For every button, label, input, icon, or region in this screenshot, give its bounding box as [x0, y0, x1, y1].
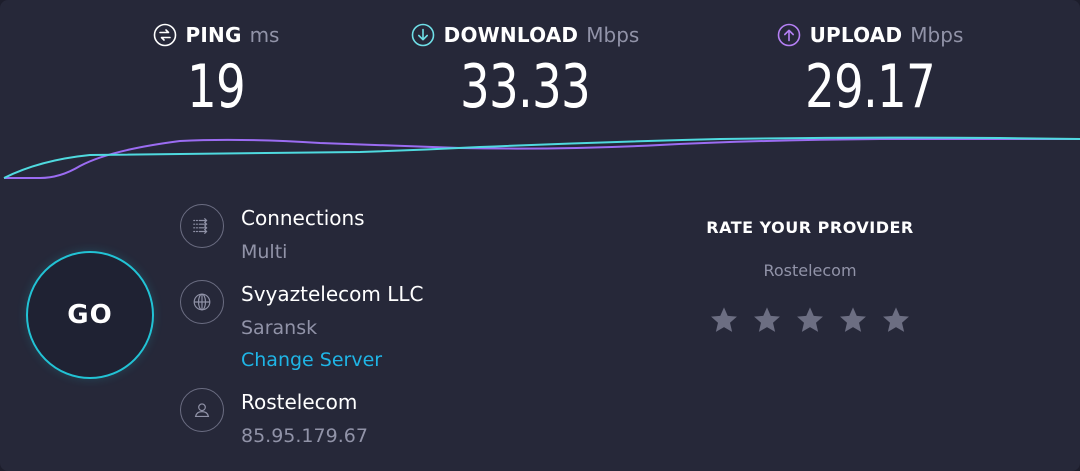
server-text: Svyaztelecom LLC Saransk Change Server [241, 280, 423, 374]
rate-provider-block: RATE YOUR PROVIDER Rostelecom [680, 218, 940, 336]
download-metric: DOWNLOAD Mbps 33.33 [400, 20, 650, 122]
star-4-icon[interactable] [837, 304, 869, 336]
connections-icon [193, 218, 208, 234]
rate-title: RATE YOUR PROVIDER [706, 218, 914, 237]
star-2-icon[interactable] [751, 304, 783, 336]
user-icon-wrap [180, 388, 224, 432]
star-1-icon[interactable] [708, 304, 740, 336]
download-arrow-icon [411, 23, 434, 47]
upload-metric: UPLOAD Mbps 29.17 [760, 20, 980, 122]
ping-icon [153, 23, 176, 47]
globe-icon [193, 293, 211, 311]
globe-icon-wrap [180, 280, 224, 324]
upload-header: UPLOAD Mbps [760, 20, 980, 50]
connections-icon-wrap [180, 204, 224, 248]
speed-graph [3, 136, 1080, 179]
upload-unit: Mbps [910, 23, 964, 47]
star-3-icon[interactable] [794, 304, 826, 336]
star-5-icon[interactable] [880, 304, 912, 336]
download-label: DOWNLOAD [443, 23, 579, 47]
speedtest-panel: PING ms 19 DOWNLOAD Mbps 33.33 UPLOAD Mb… [0, 0, 1080, 471]
download-value: 33.33 [459, 52, 591, 122]
rate-provider-name: Rostelecom [763, 261, 857, 280]
user-icon [194, 403, 210, 418]
upload-arrow-icon [777, 23, 800, 47]
ping-header: PING ms [146, 20, 286, 50]
server-name: Svyaztelecom LLC [241, 282, 424, 306]
connections-text: Connections Multi [241, 204, 365, 266]
star-rating [680, 304, 940, 336]
change-server-link[interactable]: Change Server [241, 346, 423, 374]
download-unit: Mbps [586, 23, 640, 47]
isp-ip: 85.95.179.67 [241, 425, 368, 447]
ping-metric: PING ms 19 [146, 20, 286, 122]
go-button[interactable]: GO [26, 251, 154, 379]
download-header: DOWNLOAD Mbps [400, 20, 650, 50]
isp-text: Rostelecom 85.95.179.67 [241, 388, 368, 450]
upload-value: 29.17 [804, 52, 936, 122]
ping-unit: ms [249, 23, 280, 47]
server-location: Saransk [241, 317, 318, 339]
connections-value: Multi [241, 241, 288, 263]
connections-title: Connections [241, 206, 365, 230]
ping-value: 19 [186, 52, 246, 122]
isp-name: Rostelecom [241, 390, 358, 414]
upload-label: UPLOAD [809, 23, 903, 47]
ping-label: PING [185, 23, 242, 47]
